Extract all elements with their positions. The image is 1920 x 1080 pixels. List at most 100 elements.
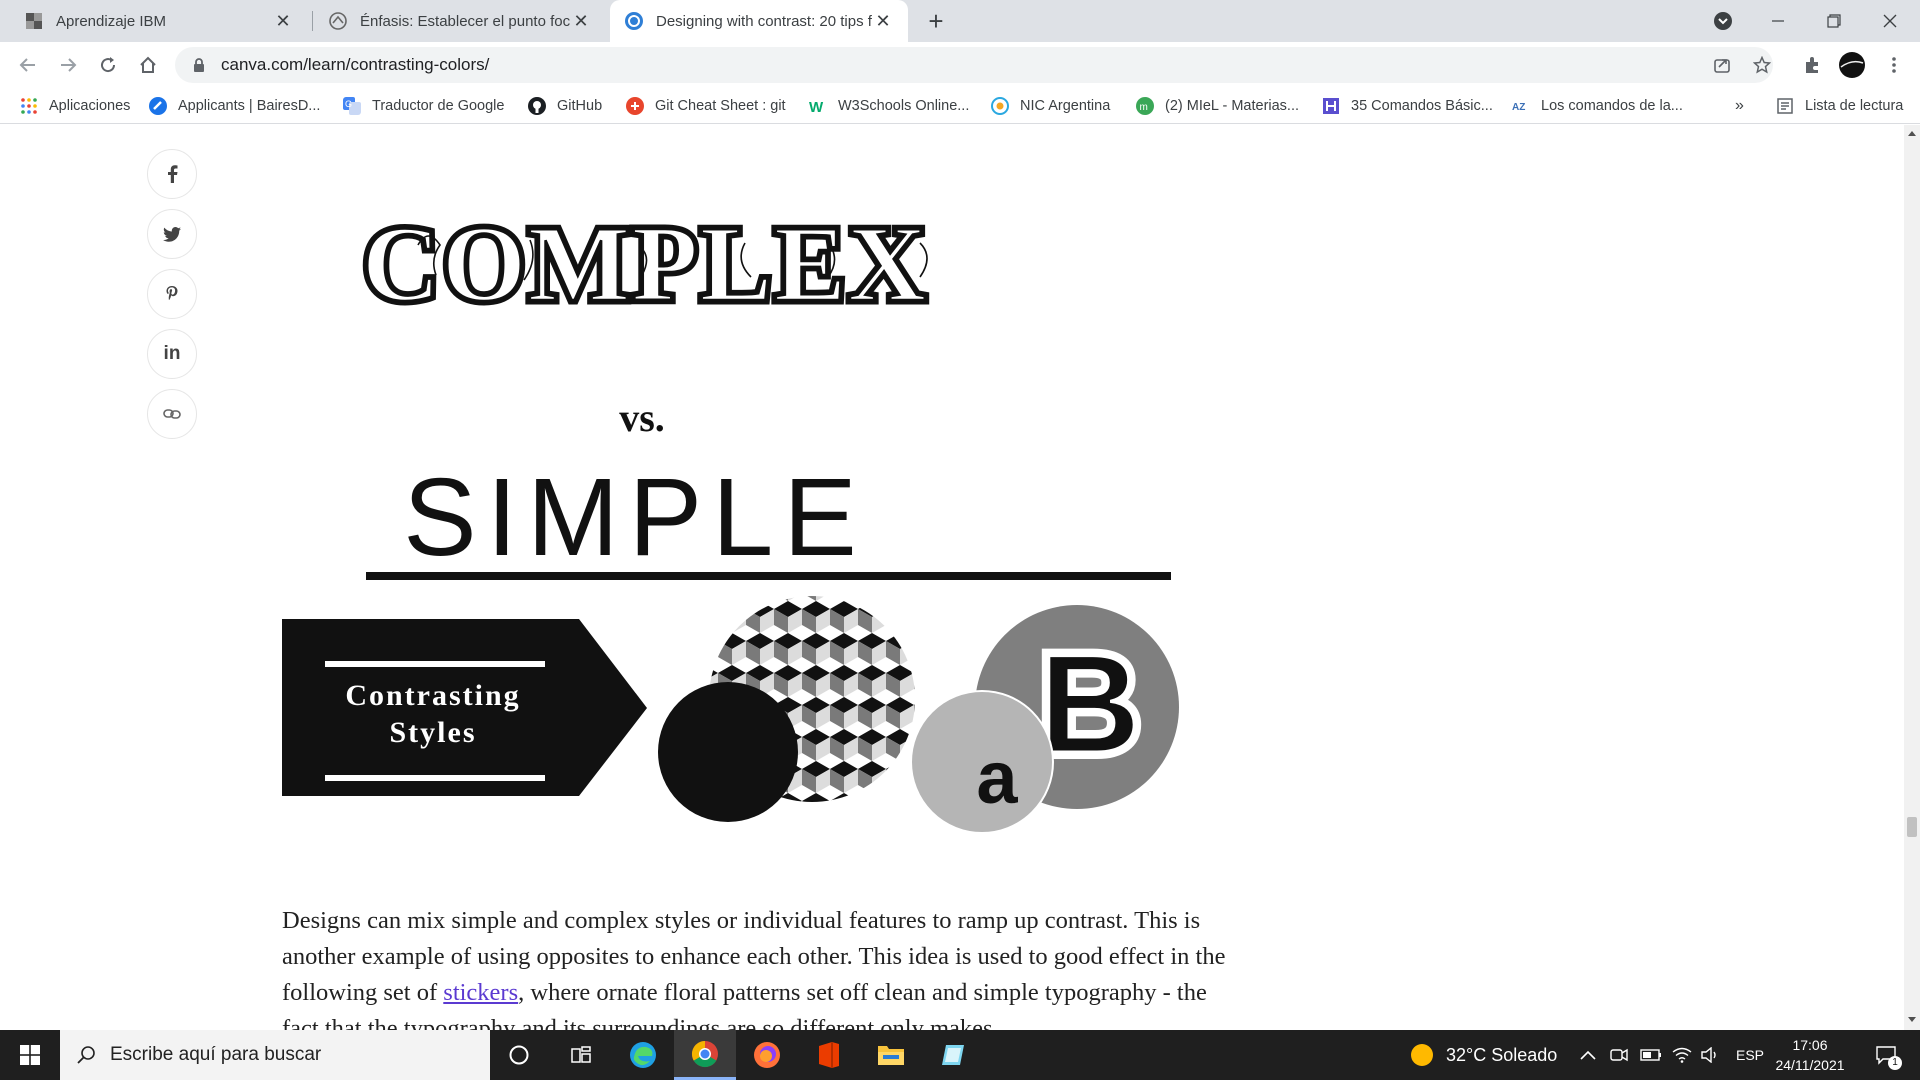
ibm-icon	[26, 13, 42, 29]
bookmark-w3schools[interactable]: W W3Schools Online...	[809, 88, 969, 124]
translate-icon: G	[343, 97, 361, 115]
windows-icon	[20, 1045, 40, 1065]
firefox-icon[interactable]	[736, 1030, 798, 1080]
input-language[interactable]: ESP	[1736, 1030, 1764, 1080]
share-pinterest-button[interactable]	[147, 269, 197, 319]
badge-line1: Contrasting	[345, 679, 520, 712]
bookmark-google-translate[interactable]: G Traductor de Google	[343, 88, 504, 124]
copy-link-button[interactable]	[147, 389, 197, 439]
browser-toolbar: canva.com/learn/contrasting-colors/	[0, 42, 1920, 88]
bookmark-bairesdev[interactable]: Applicants | BairesD...	[149, 88, 320, 124]
edge-icon[interactable]	[612, 1030, 674, 1080]
notification-center-button[interactable]: 1	[1866, 1030, 1906, 1080]
sun-icon	[1411, 1044, 1433, 1066]
scroll-up-arrow[interactable]	[1908, 131, 1916, 136]
nic-icon	[991, 97, 1009, 115]
weather-widget[interactable]: 32°C Soleado	[1410, 1030, 1557, 1080]
meet-now-icon[interactable]	[1610, 1030, 1628, 1080]
close-tab-icon[interactable]: ✕	[272, 10, 294, 32]
back-icon[interactable]	[12, 49, 44, 81]
reading-list-button[interactable]: Lista de lectura	[1776, 88, 1903, 124]
bookmark-35-comandos[interactable]: 35 Comandos Básic...	[1322, 88, 1493, 124]
bookmark-label: W3Schools Online...	[838, 98, 970, 114]
tab-title: Designing with contrast: 20 tips f	[656, 12, 872, 30]
profile-avatar[interactable]	[1836, 49, 1868, 81]
bookmark-git-cheat-sheet[interactable]: Git Cheat Sheet : git	[626, 88, 786, 124]
article-paragraph: Designs can mix simple and complex style…	[282, 903, 1242, 1030]
scroll-thumb[interactable]	[1907, 817, 1917, 837]
home-icon[interactable]	[132, 49, 164, 81]
az-icon: AZ	[1512, 102, 1525, 113]
start-button[interactable]	[0, 1030, 60, 1080]
taskbar-search-box[interactable]: Escribe aquí para buscar	[60, 1030, 490, 1080]
share-facebook-button[interactable]	[147, 149, 197, 199]
svg-text:AZ: AZ	[1512, 102, 1525, 113]
complex-word: COMPLEX	[362, 205, 928, 324]
apps-grid-icon	[21, 98, 37, 114]
restore-icon[interactable]	[1806, 0, 1862, 42]
atlas-icon	[329, 12, 347, 30]
clock[interactable]: 17:06 24/11/2021	[1772, 1030, 1848, 1080]
scroll-down-arrow[interactable]	[1908, 1017, 1916, 1022]
facebook-icon	[168, 165, 178, 183]
git-icon	[626, 97, 644, 115]
tab-search-icon[interactable]	[1695, 0, 1751, 42]
tab-title: Énfasis: Establecer el punto focal	[360, 12, 570, 30]
share-page-icon[interactable]	[1706, 49, 1738, 81]
volume-icon[interactable]	[1700, 1030, 1720, 1080]
divider-line	[366, 572, 1171, 580]
bookmark-star-icon[interactable]	[1746, 49, 1778, 81]
wifi-icon[interactable]	[1672, 1030, 1692, 1080]
minimize-icon[interactable]	[1750, 0, 1806, 42]
show-hidden-icons[interactable]	[1580, 1030, 1596, 1080]
stickers-link[interactable]: stickers	[443, 979, 518, 1006]
vs-text: vs.	[619, 395, 665, 440]
extensions-icon[interactable]	[1796, 49, 1828, 81]
bookmark-label: Lista de lectura	[1805, 98, 1904, 114]
close-tab-icon[interactable]: ✕	[872, 10, 894, 32]
solid-black-circle	[658, 682, 798, 822]
address-bar[interactable]: canva.com/learn/contrasting-colors/	[175, 47, 1773, 83]
bookmark-github[interactable]: GitHub	[528, 88, 602, 124]
battery-icon[interactable]	[1640, 1030, 1662, 1080]
reload-icon[interactable]	[92, 49, 124, 81]
tab-strip: Aprendizaje IBM ✕ Énfasis: Establecer el…	[0, 0, 1920, 42]
bookmark-label: Aplicaciones	[49, 98, 131, 114]
bookmark-label: 35 Comandos Básic...	[1351, 98, 1493, 114]
simple-word: SIMPLE	[403, 456, 866, 579]
tab-separator	[312, 11, 313, 31]
close-window-icon[interactable]	[1862, 0, 1918, 42]
page-scrollbar[interactable]	[1904, 125, 1920, 1030]
menu-dots-icon[interactable]	[1878, 49, 1910, 81]
pinterest-icon	[166, 286, 178, 300]
ab-letters-graphic: B B B a	[910, 605, 1179, 834]
bookmark-nic-argentina[interactable]: NIC Argentina	[991, 88, 1110, 124]
share-twitter-button[interactable]	[147, 209, 197, 259]
task-view-icon[interactable]	[550, 1030, 612, 1080]
notes-app-icon[interactable]	[922, 1030, 984, 1080]
bookmark-label: Traductor de Google	[372, 98, 505, 114]
forward-icon[interactable]	[52, 49, 84, 81]
new-tab-button[interactable]: +	[908, 0, 964, 42]
file-explorer-icon[interactable]	[860, 1030, 922, 1080]
more-bookmarks-button[interactable]: »	[1735, 88, 1744, 124]
bookmark-label: Git Cheat Sheet : git	[655, 98, 786, 114]
share-linkedin-button[interactable]: in	[147, 329, 197, 379]
hackr-icon	[1323, 98, 1339, 114]
bookmark-label: Applicants | BairesD...	[178, 98, 321, 114]
contrasting-styles-badge: Contrasting Styles	[282, 619, 647, 796]
tab-enfasis[interactable]: Énfasis: Establecer el punto focal ✕	[314, 0, 606, 42]
small-a-letter: a	[976, 736, 1018, 819]
cortana-icon[interactable]	[488, 1030, 550, 1080]
tab-ibm[interactable]: Aprendizaje IBM ✕	[10, 0, 308, 42]
office-icon[interactable]	[798, 1030, 860, 1080]
bookmark-label: NIC Argentina	[1020, 98, 1111, 114]
linkedin-icon: in	[163, 343, 181, 364]
chrome-icon[interactable]	[674, 1030, 736, 1080]
bookmark-label: GitHub	[557, 98, 603, 114]
bookmark-los-comandos[interactable]: AZ Los comandos de la...	[1512, 88, 1683, 124]
close-tab-icon[interactable]: ✕	[570, 10, 592, 32]
tab-canva-active[interactable]: Designing with contrast: 20 tips f ✕	[610, 0, 908, 42]
bookmark-miel[interactable]: m (2) MIeL - Materias...	[1136, 88, 1299, 124]
bookmark-apps[interactable]: Aplicaciones	[20, 88, 130, 124]
